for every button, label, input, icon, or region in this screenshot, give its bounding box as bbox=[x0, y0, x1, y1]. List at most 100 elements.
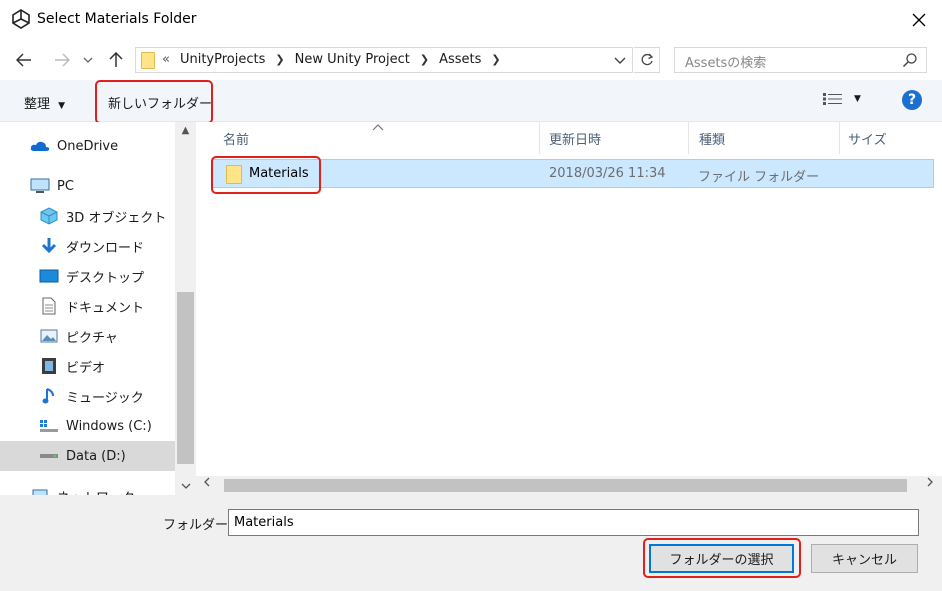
cancel-button[interactable]: キャンセル bbox=[811, 544, 918, 573]
sidebar-item-label: OneDrive bbox=[57, 138, 119, 154]
sidebar-item-label: PC bbox=[57, 178, 74, 194]
sidebar-item-videos[interactable]: ビデオ bbox=[0, 351, 175, 381]
search-icon bbox=[902, 53, 917, 68]
sidebar-item-label: ピクチャ bbox=[66, 330, 118, 346]
new-folder-highlight bbox=[95, 80, 213, 124]
title-bar: Select Materials Folder bbox=[0, 0, 942, 40]
recent-locations-button[interactable] bbox=[80, 48, 96, 72]
sort-ascending-icon bbox=[372, 120, 384, 135]
breadcrumb-chevron-icon[interactable]: ❯ bbox=[420, 53, 429, 66]
breadcrumb-item[interactable]: UnityProjects bbox=[180, 52, 265, 67]
sidebar-item-label: Data (D:) bbox=[66, 448, 126, 464]
sidebar-item-label: ネットワーク bbox=[57, 487, 135, 496]
breadcrumb-item[interactable]: New Unity Project bbox=[295, 52, 410, 67]
address-bar[interactable]: « UnityProjects ❯ New Unity Project ❯ As… bbox=[135, 47, 633, 73]
sidebar-item-network[interactable]: ネットワーク bbox=[0, 481, 175, 495]
document-icon bbox=[39, 297, 59, 315]
file-list: 名前 更新日時 種類 サイズ Materials 2018/03/26 11:3… bbox=[196, 122, 942, 495]
dialog-footer: フォルダー: フォルダーの選択 キャンセル bbox=[0, 495, 942, 591]
sidebar-item-label: ドキュメント bbox=[66, 300, 145, 316]
sidebar-item-label: ミュージック bbox=[66, 390, 144, 406]
address-dropdown-icon[interactable] bbox=[612, 52, 628, 68]
sidebar-item-onedrive[interactable]: OneDrive bbox=[0, 131, 175, 161]
select-folder-highlight bbox=[643, 538, 801, 578]
caret-down-icon: ▼ bbox=[854, 94, 861, 104]
unity-logo-icon bbox=[12, 9, 30, 29]
sidebar-item-3d-objects[interactable]: 3D オブジェクト bbox=[0, 201, 175, 231]
materials-highlight bbox=[211, 156, 321, 194]
arrow-right-icon bbox=[55, 53, 70, 67]
network-icon bbox=[30, 487, 50, 495]
view-options-button[interactable]: ▼ bbox=[822, 92, 864, 110]
download-icon bbox=[39, 237, 59, 255]
column-header-name[interactable]: 名前 bbox=[223, 122, 249, 154]
back-button[interactable] bbox=[12, 48, 36, 72]
folder-label: フォルダー: bbox=[163, 518, 233, 533]
breadcrumb-chevron-icon[interactable]: ❯ bbox=[275, 53, 284, 66]
sidebar-item-label: Windows (C:) bbox=[66, 418, 152, 434]
music-icon bbox=[39, 387, 59, 405]
onedrive-icon bbox=[30, 137, 50, 155]
sidebar-item-pictures[interactable]: ピクチャ bbox=[0, 321, 175, 351]
refresh-button[interactable] bbox=[634, 47, 660, 73]
sidebar-item-label: 3D オブジェクト bbox=[66, 210, 167, 226]
navigation-scrollbar[interactable]: ▲ bbox=[175, 122, 196, 495]
folder-name-field[interactable] bbox=[228, 509, 919, 536]
file-modified: 2018/03/26 11:34 bbox=[549, 166, 666, 181]
sidebar-item-label: ダウンロード bbox=[66, 240, 145, 256]
scroll-up-icon[interactable]: ▲ bbox=[175, 122, 196, 139]
sidebar-item-windows-c[interactable]: Windows (C:) bbox=[0, 411, 175, 441]
scroll-thumb[interactable] bbox=[224, 479, 907, 492]
computer-icon bbox=[30, 177, 50, 195]
sidebar-item-label: ビデオ bbox=[66, 360, 106, 376]
3d-objects-icon bbox=[39, 207, 59, 225]
window-title: Select Materials Folder bbox=[37, 11, 197, 27]
sidebar-item-music[interactable]: ミュージック bbox=[0, 381, 175, 411]
drive-icon bbox=[39, 447, 59, 465]
column-header-modified[interactable]: 更新日時 bbox=[549, 122, 601, 154]
sidebar-item-desktop[interactable]: デスクトップ bbox=[0, 261, 175, 291]
column-divider[interactable] bbox=[688, 122, 689, 154]
close-button[interactable] bbox=[896, 0, 942, 40]
sidebar-item-documents[interactable]: ドキュメント bbox=[0, 291, 175, 321]
breadcrumb: « UnityProjects ❯ New Unity Project ❯ As… bbox=[162, 52, 511, 67]
video-icon bbox=[39, 357, 59, 375]
sidebar-item-downloads[interactable]: ダウンロード bbox=[0, 231, 175, 261]
column-divider[interactable] bbox=[839, 122, 840, 154]
sidebar-item-pc[interactable]: PC bbox=[0, 171, 175, 201]
breadcrumb-chevron-icon[interactable]: ❯ bbox=[491, 53, 500, 66]
organize-label: 整理 bbox=[24, 97, 51, 112]
refresh-icon bbox=[641, 53, 653, 66]
column-divider[interactable] bbox=[539, 122, 540, 154]
scroll-thumb[interactable] bbox=[177, 292, 194, 464]
desktop-icon bbox=[39, 267, 59, 285]
file-type: ファイル フォルダー bbox=[698, 170, 820, 185]
scroll-left-icon[interactable] bbox=[204, 477, 210, 490]
arrow-up-icon bbox=[109, 52, 123, 67]
horizontal-scrollbar[interactable] bbox=[196, 476, 942, 495]
arrow-left-icon bbox=[16, 53, 31, 67]
sidebar-item-label: デスクトップ bbox=[66, 270, 145, 286]
organize-button[interactable]: 整理 ▼ bbox=[24, 93, 65, 112]
forward-button[interactable] bbox=[50, 48, 74, 72]
scroll-down-icon[interactable] bbox=[175, 477, 196, 494]
column-header-type[interactable]: 種類 bbox=[699, 122, 725, 154]
windows-drive-icon bbox=[39, 417, 59, 435]
scroll-right-icon[interactable] bbox=[927, 477, 933, 490]
search-box[interactable]: Assetsの検索 bbox=[674, 47, 927, 73]
caret-down-icon: ▼ bbox=[58, 101, 66, 111]
close-icon bbox=[912, 13, 926, 27]
up-button[interactable] bbox=[104, 48, 128, 72]
column-header-size[interactable]: サイズ bbox=[848, 122, 887, 154]
navigation-pane: OneDrive PC 3D オブジェクト ダウンロード デスクトップ ドキュメ… bbox=[0, 122, 196, 495]
sidebar-item-data-d[interactable]: Data (D:) bbox=[0, 441, 175, 471]
chevron-down-icon bbox=[83, 57, 93, 63]
search-placeholder: Assetsの検索 bbox=[685, 56, 767, 71]
pictures-icon bbox=[39, 327, 59, 345]
command-toolbar: 整理 ▼ 新しいフォルダー ▼ ? bbox=[0, 80, 942, 124]
help-icon[interactable]: ? bbox=[902, 90, 922, 110]
details-view-icon bbox=[823, 93, 842, 105]
breadcrumb-overflow[interactable]: « bbox=[162, 52, 170, 67]
folder-icon bbox=[141, 52, 155, 69]
breadcrumb-item[interactable]: Assets bbox=[439, 52, 481, 67]
